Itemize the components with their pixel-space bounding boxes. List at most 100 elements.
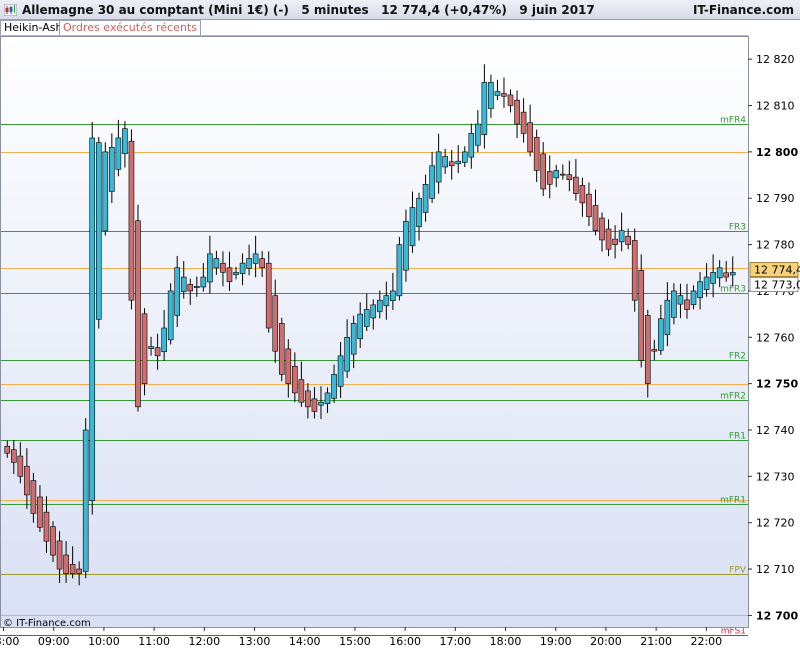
y-tick-label: 12 820 [756,53,795,66]
candle-body [220,262,226,273]
candle-body [161,327,167,353]
x-tick-label: 10:00 [88,635,120,648]
candle-body [337,355,344,387]
x-tick-label: 14:00 [289,635,321,648]
y-tick-label: 12 780 [756,239,795,252]
candle-body [298,379,305,403]
candle-body [599,217,605,241]
candle-body [174,267,180,316]
price-badges: 12 774,4 12 773,0 [749,262,800,293]
candle-body [429,165,435,199]
candle-body [553,170,560,179]
candle-body [17,455,24,477]
y-tick-label: 12 790 [756,192,795,205]
candle-body [63,554,69,574]
candle-body [122,128,128,154]
candle-body [305,390,311,408]
candle-body [403,221,409,271]
candle-body [723,272,729,278]
candle-body [95,142,102,320]
candle-body [278,323,285,375]
candle-body [292,365,298,394]
candle-body [370,304,377,319]
candle-body [697,281,703,299]
x-tick-label: 12:00 [188,635,220,648]
candle-body [396,244,403,297]
candle-body [69,564,76,574]
candle-body [520,111,527,134]
candle-body [631,240,638,301]
candle-body [416,197,422,227]
chart-area[interactable]: mFR4FR3mFR3FR2mFR2FR1mFR1FPVmFS1 12 7001… [0,0,800,650]
y-tick-label: 12 720 [756,517,795,530]
candle-body [716,267,723,279]
candle-body [167,290,174,341]
candle-body [729,272,736,276]
candle-body [377,299,383,312]
candle-body [363,309,370,327]
candle-body [671,290,677,318]
candle-body [566,174,573,180]
x-tick-label: 18:00 [490,635,522,648]
candle-body [82,429,89,572]
x-axis: 08:00 09:00 10:00 11:00 12:00 13:00 14:00 15:00… [0,627,722,648]
candle-body [540,153,546,190]
candle-body [560,173,566,176]
candle-body [4,445,11,454]
candle-body [207,253,213,283]
candle-body [285,348,292,384]
level-label: FPV [729,566,747,576]
candle-body [324,392,331,404]
candle-body [494,91,501,96]
candle-body [318,401,324,406]
candle-body [455,160,462,165]
candle-body [546,171,553,185]
candle-body [187,284,194,292]
candle-body [109,146,115,192]
candle-body [24,465,30,496]
candle-body [644,315,651,384]
y-tick-label: 12 700 [756,609,798,622]
candle-body [239,262,246,274]
level-label: mFR1 [720,496,746,506]
candle-body [664,299,671,335]
candle-body [344,336,350,372]
candle-body [272,295,279,352]
candle-body [527,122,533,153]
level-label: FR3 [729,223,746,233]
candle-body [128,140,135,301]
candle-body [154,347,161,357]
y-tick-label: 12 800 [756,146,798,159]
candle-body [148,346,154,350]
candle-body [618,230,625,243]
candle-body [246,258,252,269]
candle-body [409,207,416,247]
candle-body [710,272,716,284]
candle-body [213,258,220,269]
last-price-label: 12 774,4 [754,264,800,277]
x-tick-label: 08:00 [0,635,19,648]
candle-body [37,496,43,528]
candle-body [690,290,697,305]
copyright-text: © IT-Finance.com [3,618,91,629]
y-tick-label: 12 750 [756,378,798,391]
candle-body [311,398,318,412]
prev-price-label: 12 773,0 [754,279,800,292]
candle-body [435,151,442,183]
level-label: mFR4 [720,116,746,126]
candle-body [625,235,631,245]
candle-body [200,276,207,288]
y-tick-label: 12 710 [756,563,795,576]
candle-body [651,349,658,352]
candle-body [102,151,109,232]
candle-body [115,137,122,170]
candle-body [658,318,664,351]
candle-body [76,568,82,574]
x-tick-label: 19:00 [540,635,572,648]
candle-body [226,267,233,282]
candle-body [30,480,37,514]
x-tick-label: 13:00 [239,635,271,648]
y-tick-label: 12 810 [756,100,795,113]
y-tick-label: 12 740 [756,424,795,437]
candle-body [468,133,475,158]
